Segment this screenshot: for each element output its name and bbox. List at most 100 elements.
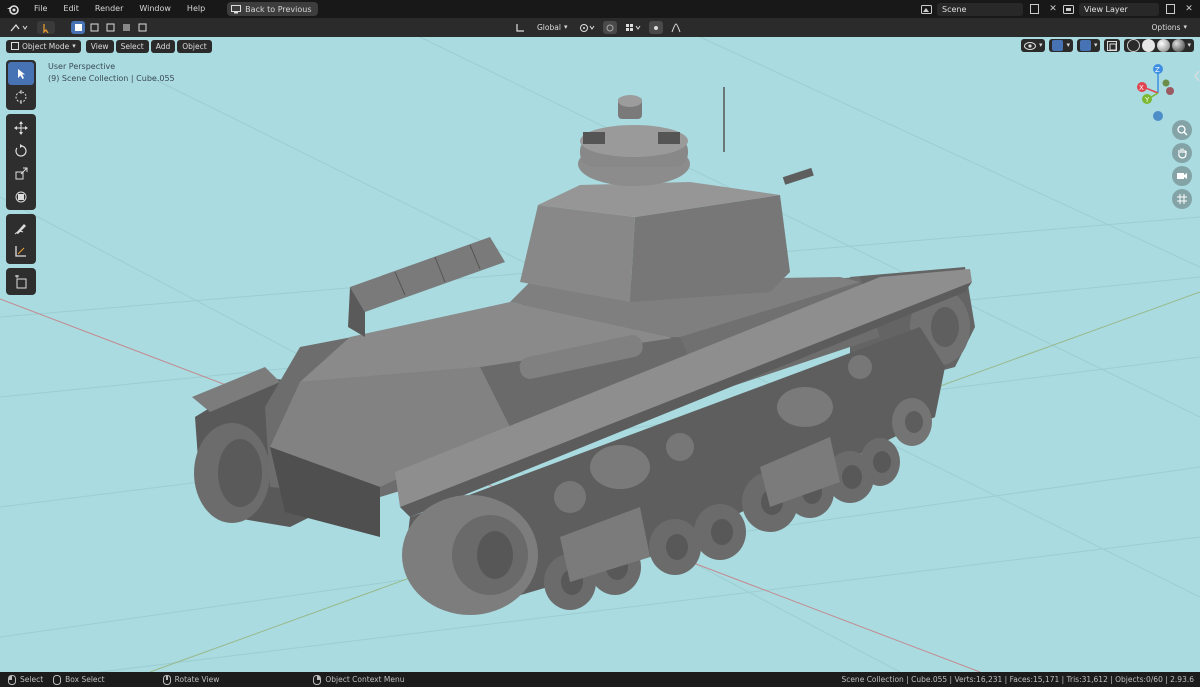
object-menu[interactable]: Object [177,39,212,53]
gizmo-toggle[interactable]: ▾ [1049,39,1073,52]
neg-x-axis-handle[interactable] [1166,87,1174,95]
options-dropdown[interactable]: Options ▾ [1147,21,1192,34]
viewport-header: Object Mode ▾ View Select Add Object ▾ ▾… [0,37,1200,55]
rear-idler-hub [218,439,262,507]
move-tool[interactable] [8,116,34,139]
stowage-box-top [350,237,505,312]
camera-icon [1177,173,1187,179]
wireframe-shading-icon[interactable] [1127,39,1141,52]
xray-toggle[interactable] [1104,39,1121,52]
orientation-axes-icon[interactable] [513,21,527,34]
y-axis-label: Y [1144,96,1150,104]
snap-target-icon[interactable] [623,21,643,34]
select-invert-icon[interactable] [119,21,133,34]
menu-render[interactable]: Render [87,0,131,18]
sidebar-toggle-handle[interactable] [1194,69,1200,83]
transform-icon [15,191,27,202]
object-mode-icon [11,42,19,50]
snap-toggle-icon[interactable] [603,21,618,34]
transform-tool[interactable] [8,185,34,208]
vision-block-right [658,132,680,144]
cursor-arrow-icon [18,68,25,79]
add-cube-tool[interactable] [8,270,34,293]
menu-window[interactable]: Window [131,0,179,18]
select-menu[interactable]: Select [115,39,149,53]
neg-y-axis-handle[interactable] [1162,79,1170,87]
chevron-down-icon: ▾ [563,23,568,31]
pivot-point-icon[interactable] [577,21,597,34]
3d-cursor-icon [15,89,27,104]
bogie-spring-front [590,445,650,489]
far-sprocket-hub [931,307,959,347]
rotate-tool[interactable] [8,139,34,162]
editor-type-icon[interactable] [8,21,30,34]
select-intersect-icon[interactable] [135,21,149,34]
scale-tool[interactable] [8,162,34,185]
viewport-shading-controls: ▾ ▾ ▾ ▾ [1020,39,1194,52]
3d-viewport[interactable]: Object Mode ▾ View Select Add Object ▾ ▾… [0,37,1200,672]
falloff-curve-icon[interactable] [669,21,683,34]
mode-dropdown[interactable]: Object Mode ▾ [6,39,81,53]
select-new-icon[interactable] [71,21,85,34]
new-scene-icon[interactable] [1027,3,1041,16]
rendered-shading-icon[interactable] [1172,39,1186,52]
shading-mode-group: ▾ [1124,39,1194,52]
overlay-toggle[interactable]: ▾ [1076,39,1101,52]
neg-z-axis-handle[interactable] [1153,111,1163,121]
select-subtract-icon[interactable] [103,21,117,34]
annotate-tool[interactable] [8,216,34,239]
status-box-select-hint: Box Select [53,674,105,685]
bogie-spring-rear [777,387,833,427]
viewport-scene[interactable] [0,37,1200,672]
delete-view-layer-icon[interactable]: ✕ [1182,3,1196,16]
chevron-down-icon: ▾ [1038,41,1043,49]
navigation-gizmo[interactable]: Z X Y [1128,61,1188,125]
rotate-icon [15,143,27,157]
cursor-tool[interactable] [8,85,34,108]
scene-name-field[interactable]: Scene [937,2,1023,16]
tool-shelf [6,60,36,299]
view-layer-name-field[interactable]: View Layer [1079,2,1159,16]
annotate-tool-group [6,214,36,264]
front-sprocket-hub [477,531,513,579]
back-to-previous-button[interactable]: Back to Previous [227,2,318,16]
pan-button[interactable] [1172,143,1192,163]
select-extend-icon[interactable] [87,21,101,34]
delete-scene-icon[interactable]: ✕ [1046,3,1060,16]
blender-logo-icon[interactable] [0,0,26,18]
ortho-toggle-button[interactable] [1172,189,1192,209]
add-cube-icon [15,274,27,288]
scene-statistics: Scene Collection | Cube.055 | Verts:16,2… [841,675,1194,684]
camera-view-button[interactable] [1172,166,1192,186]
chevron-down-icon[interactable]: ▾ [1187,39,1191,52]
tool-header: Global ▾ Options ▾ [0,18,1200,37]
turret-gun [782,167,814,185]
visibility-dropdown[interactable]: ▾ [1020,39,1046,52]
select-box-tool[interactable] [8,62,34,85]
status-context-hint: Object Context Menu [313,674,405,685]
magnifier-icon [1176,124,1188,136]
material-shading-icon[interactable] [1157,39,1171,52]
zoom-button[interactable] [1172,120,1192,140]
tank-model[interactable] [192,87,975,615]
status-rotate-label: Rotate View [174,675,220,684]
tweak-tool-icon[interactable] [37,21,55,34]
xray-icon [1107,40,1118,51]
screen-icon [231,4,242,13]
transform-orientation-dropdown[interactable]: Global ▾ [532,21,572,34]
back-to-previous-label: Back to Previous [245,4,312,14]
transform-tool-group [6,114,36,210]
view-layer-icon[interactable] [1061,3,1075,16]
menu-help[interactable]: Help [179,0,213,18]
mouse-middle-icon [162,674,171,685]
solid-shading-icon[interactable] [1142,39,1156,52]
scene-icon[interactable] [919,3,933,16]
measure-tool[interactable] [8,239,34,262]
menu-edit[interactable]: Edit [55,0,87,18]
proportional-edit-icon[interactable] [649,21,664,34]
vision-block-left [583,132,605,144]
menu-file[interactable]: File [26,0,55,18]
view-menu[interactable]: View [85,39,114,53]
add-menu[interactable]: Add [150,39,176,53]
new-view-layer-icon[interactable] [1163,3,1177,16]
